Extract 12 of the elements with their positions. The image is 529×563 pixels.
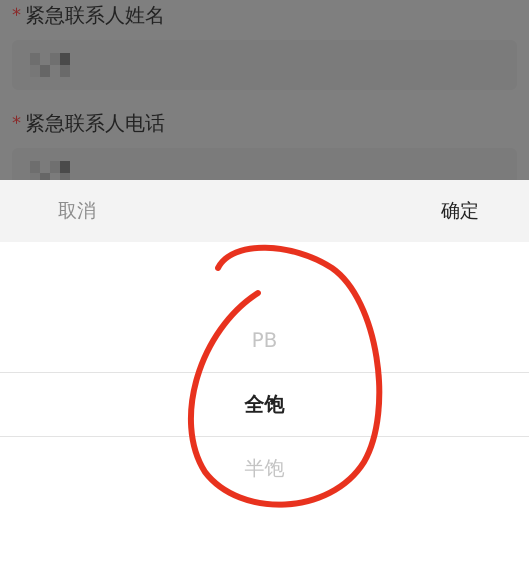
field-label: 紧急联系人电话 [25,110,165,136]
required-mark: * [12,4,21,26]
input-field[interactable] [12,40,517,90]
picker-option[interactable]: PB [242,308,288,372]
picker-option[interactable]: 半饱 [234,436,294,500]
field-label: 紧急联系人姓名 [25,2,165,28]
picker-option[interactable]: 全饱 [234,372,294,436]
cancel-button[interactable]: 取消 [54,194,100,228]
confirm-button[interactable]: 确定 [437,194,483,228]
required-mark: * [12,112,21,134]
redacted-mosaic-icon [30,161,70,180]
redacted-mosaic-icon [30,53,70,77]
